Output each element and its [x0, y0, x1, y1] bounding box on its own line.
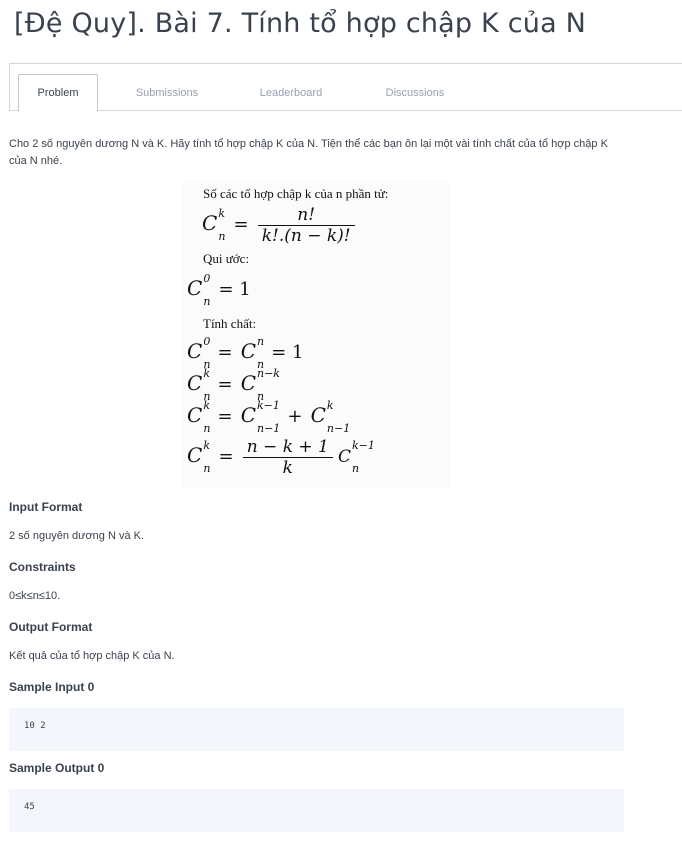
- tab-discussions[interactable]: Discussions: [370, 74, 460, 111]
- tab-leaderboard[interactable]: Leaderboard: [246, 74, 336, 111]
- tab-problem[interactable]: Problem: [18, 74, 98, 112]
- constraints-title: Constraints: [9, 560, 76, 574]
- sample-input-code[interactable]: 10 2: [9, 708, 624, 751]
- formula-property-3: Ckn = Ck−1 n−1 + Ck n−1: [187, 399, 351, 436]
- page-title: [Đệ Quy]. Bài 7. Tính tổ hợp chập K của …: [14, 8, 587, 39]
- input-format-title: Input Format: [9, 500, 83, 514]
- output-format-text: Kết quả của tổ hợp chập K của N.: [9, 650, 175, 662]
- tab-submissions[interactable]: Submissions: [122, 74, 212, 111]
- properties-label: Tính chất:: [203, 316, 257, 331]
- formula-image: Số các tổ hợp chập k của n phần tử: Ckn …: [182, 181, 450, 487]
- formula-property-4: Ckn = n − k + 1k Ck−1 n: [187, 437, 375, 478]
- output-format-title: Output Format: [9, 620, 93, 634]
- sample-output-title: Sample Output 0: [9, 761, 105, 775]
- input-format-text: 2 số nguyên dương N và K.: [9, 530, 145, 542]
- constraints-text: 0≤k≤n≤10.: [9, 590, 61, 602]
- sample-input-title: Sample Input 0: [9, 680, 95, 694]
- formula-heading: Số các tổ hợp chập k của n phần tử:: [203, 186, 389, 201]
- tab-bar: Problem Submissions Leaderboard Discussi…: [9, 63, 682, 112]
- formula-convention: C0n = 1: [187, 272, 251, 309]
- sample-output-code[interactable]: 45: [9, 789, 624, 832]
- problem-description: Cho 2 số nguyên dương N và K. Hãy tính t…: [9, 138, 608, 167]
- convention-label: Qui ước:: [203, 251, 250, 266]
- formula-property-2: Ckn = Cn−k n: [187, 367, 280, 404]
- formula-combination: Ckn = n! k!.(n − k)!: [202, 205, 355, 246]
- formula-property-1: C0n = Cnn = 1: [187, 335, 304, 372]
